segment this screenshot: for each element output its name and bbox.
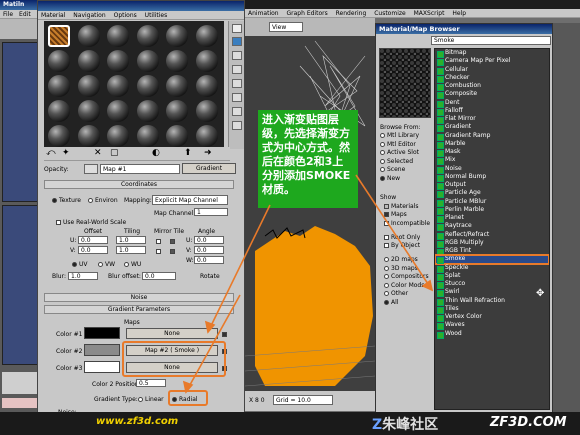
arrow-to-color-maps bbox=[207, 204, 271, 333]
arrow-to-radial bbox=[185, 294, 241, 393]
arrow-to-smoke bbox=[355, 174, 433, 291]
arrow-head-3 bbox=[421, 279, 434, 292]
annotation-arrows bbox=[182, 174, 434, 394]
